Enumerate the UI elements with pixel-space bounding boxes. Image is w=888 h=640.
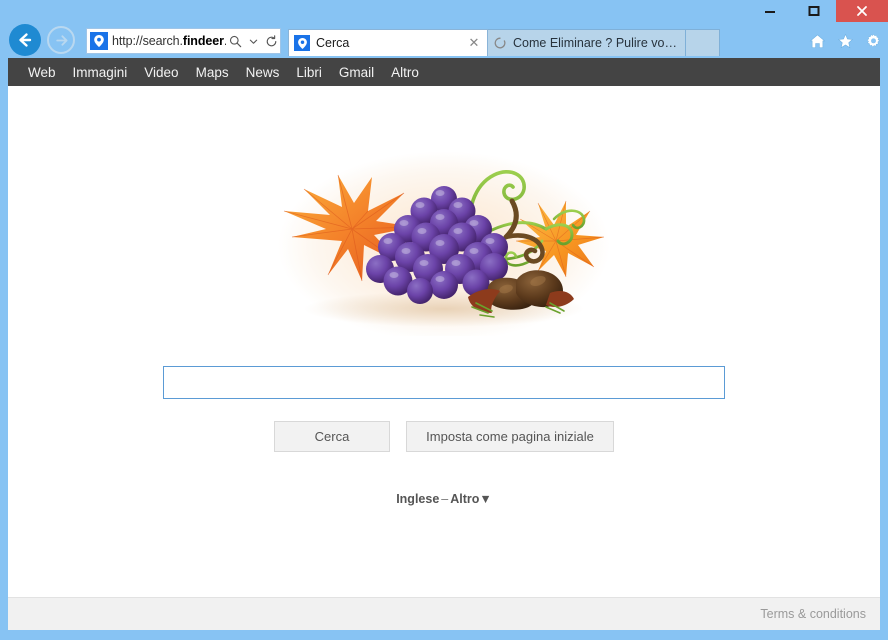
browser-toolbar: http://search.findeer.... [0, 22, 888, 58]
tab-come-eliminare[interactable]: Come Eliminare ? Pulire vostro... [488, 29, 686, 56]
page-content: Web Immagini Video Maps News Libri Gmail… [8, 58, 880, 630]
browser-window: http://search.findeer.... [0, 0, 888, 640]
logo-container [8, 138, 880, 338]
nav-item-web[interactable]: Web [28, 65, 56, 80]
minimize-button[interactable] [748, 0, 792, 22]
star-icon[interactable] [836, 32, 854, 50]
autumn-grapes-illustration [254, 140, 634, 336]
minimize-icon [765, 11, 775, 13]
nav-item-video[interactable]: Video [144, 65, 178, 80]
tab-title: Cerca [316, 36, 350, 50]
title-bar [0, 0, 888, 22]
close-button[interactable] [836, 0, 888, 22]
home-icon[interactable] [808, 32, 826, 50]
new-tab-slot[interactable] [686, 29, 720, 56]
search-input[interactable] [163, 366, 725, 399]
close-icon [857, 6, 867, 16]
search-button[interactable]: Cerca [274, 421, 390, 452]
refresh-icon[interactable] [262, 29, 280, 53]
chevron-down-icon[interactable] [244, 29, 262, 53]
language-separator: – [441, 492, 449, 506]
gear-icon[interactable] [864, 32, 882, 50]
address-url-text: http://search.findeer.... [112, 34, 226, 48]
forward-arrow-icon [55, 34, 68, 46]
tab-close-button[interactable]: ✕ [467, 36, 481, 50]
nav-item-altro[interactable]: Altro [391, 65, 419, 80]
maximize-button[interactable] [792, 0, 836, 22]
page-footer: Terms & conditions [8, 597, 880, 630]
location-pin-icon [90, 32, 108, 50]
toolbar-icons [808, 28, 882, 54]
forward-button[interactable] [47, 26, 75, 54]
language-selector: Inglese – Altro▼ [8, 492, 880, 506]
language-more[interactable]: Altro [450, 492, 479, 506]
magnifier-icon[interactable] [226, 29, 244, 53]
nav-item-maps[interactable]: Maps [196, 65, 229, 80]
nav-item-libri[interactable]: Libri [296, 65, 322, 80]
tab-title: Come Eliminare ? Pulire vostro... [513, 36, 679, 50]
nav-item-news[interactable]: News [246, 65, 280, 80]
set-homepage-button[interactable]: Imposta come pagina iniziale [406, 421, 614, 452]
tab-strip: Cerca ✕ Come Eliminare ? Pulire vostro..… [288, 28, 720, 56]
window-controls [748, 0, 888, 22]
page-body: Cerca Imposta come pagina iniziale Ingle… [8, 86, 880, 630]
language-current[interactable]: Inglese [396, 492, 439, 506]
search-buttons: Cerca Imposta come pagina iniziale [274, 421, 614, 452]
site-navigation-bar: Web Immagini Video Maps News Libri Gmail… [8, 58, 880, 86]
terms-and-conditions-link[interactable]: Terms & conditions [760, 607, 866, 621]
tab-cerca[interactable]: Cerca ✕ [288, 29, 488, 56]
maximize-icon [808, 6, 820, 16]
location-pin-icon [294, 35, 310, 51]
url-prefix: http://search. [112, 34, 183, 48]
nav-item-immagini[interactable]: Immagini [73, 65, 128, 80]
back-button[interactable] [9, 24, 41, 56]
caret-down-icon[interactable]: ▼ [479, 492, 491, 506]
nav-item-gmail[interactable]: Gmail [339, 65, 374, 80]
back-arrow-icon [19, 33, 32, 47]
url-domain: findeer [182, 34, 224, 48]
search-form: Cerca Imposta come pagina iniziale [8, 366, 880, 452]
loading-spinner-icon [493, 36, 507, 50]
address-bar[interactable]: http://search.findeer.... [86, 28, 281, 54]
